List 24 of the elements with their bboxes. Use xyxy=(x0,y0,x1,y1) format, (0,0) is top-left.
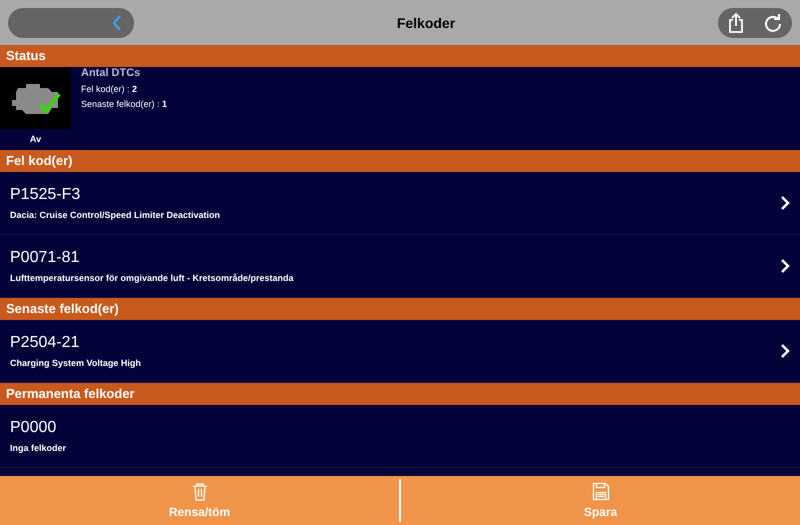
dtc-count-heading: Antal DTCs xyxy=(81,67,142,79)
section-header: Permanenta felkoder xyxy=(0,383,800,405)
fault-description: Lufttemperatursensor för omgivande luft - Kretsområde/prestanda xyxy=(10,273,295,283)
fault-description: Dacia: Cruise Control/Speed Limiter Deactivation xyxy=(10,210,222,220)
fault-code: P0071-81 xyxy=(10,249,80,267)
fault-description: Charging System Voltage High xyxy=(10,358,142,368)
share-icon[interactable] xyxy=(728,12,744,32)
fault-code: P0000 xyxy=(10,419,58,437)
save-icon xyxy=(592,482,610,501)
trash-icon xyxy=(192,482,208,501)
fault-code: P1525-F3 xyxy=(10,186,82,204)
dtc-count-text: Senaste felkod(er) : 1 xyxy=(81,99,168,109)
fault-code: P2504-21 xyxy=(10,334,80,352)
screen-title: Felkoder xyxy=(396,14,456,30)
back-button[interactable] xyxy=(8,8,134,38)
section-header: Senaste felkod(er) xyxy=(0,298,800,320)
dtc-count-text: Fel kod(er) : 2 xyxy=(81,84,138,94)
engine-status-label: Av xyxy=(30,134,42,144)
chevron-left-icon xyxy=(112,14,122,30)
section-header: Fel kod(er) xyxy=(0,150,800,172)
fault-code-row[interactable]: P1525-F3 Dacia: Cruise Control/Speed Limiter Deactivation xyxy=(0,172,800,235)
fault-description: Inga felkoder xyxy=(10,443,68,453)
refresh-icon[interactable] xyxy=(764,14,782,32)
section-header: Status xyxy=(0,45,800,67)
